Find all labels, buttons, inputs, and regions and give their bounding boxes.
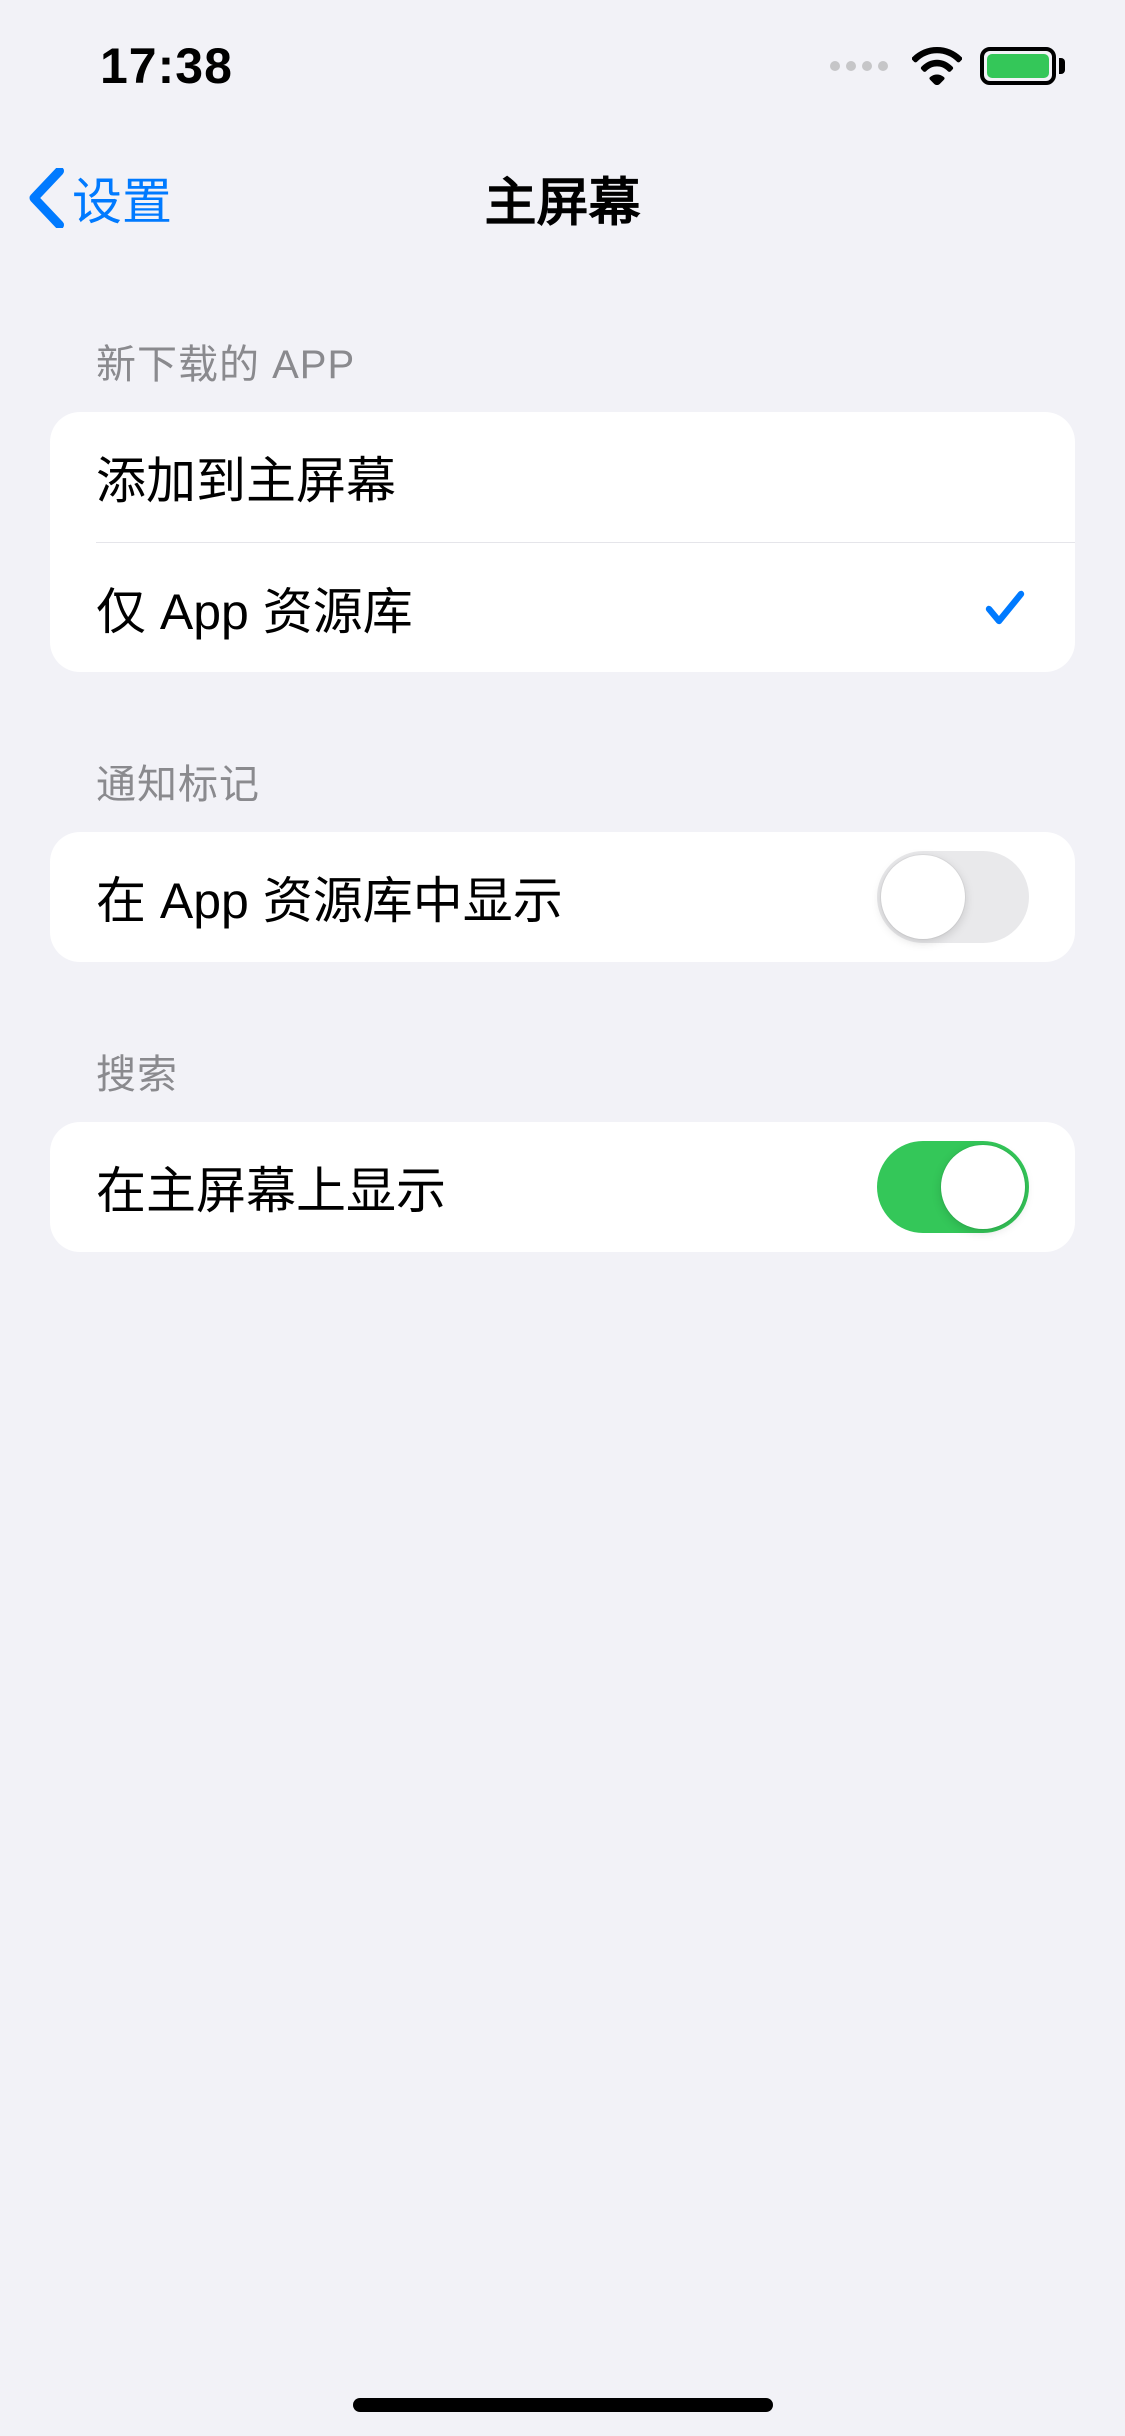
section-header-new-apps: 新下载的 APP xyxy=(50,332,1075,412)
toggle-show-in-app-library[interactable] xyxy=(877,851,1029,943)
status-time: 17:38 xyxy=(100,37,233,95)
section-new-apps: 新下载的 APP 添加到主屏幕 仅 App 资源库 xyxy=(50,332,1075,672)
section-header-search: 搜索 xyxy=(50,1042,1075,1122)
chevron-left-icon xyxy=(28,168,64,228)
nav-bar: 设置 主屏幕 xyxy=(0,132,1125,264)
option-add-to-home[interactable]: 添加到主屏幕 xyxy=(50,412,1075,542)
section-badges: 通知标记 在 App 资源库中显示 xyxy=(50,752,1075,962)
home-indicator[interactable] xyxy=(353,2398,773,2412)
option-label: 添加到主屏幕 xyxy=(96,441,396,513)
section-search: 搜索 在主屏幕上显示 xyxy=(50,1042,1075,1252)
row-label: 在 App 资源库中显示 xyxy=(96,861,563,933)
cellular-dots-icon xyxy=(830,61,888,71)
back-button[interactable]: 设置 xyxy=(0,162,172,234)
row-label: 在主屏幕上显示 xyxy=(96,1151,446,1223)
checkmark-icon xyxy=(981,584,1029,632)
back-label: 设置 xyxy=(72,162,172,234)
option-label: 仅 App 资源库 xyxy=(96,572,413,644)
option-app-library-only[interactable]: 仅 App 资源库 xyxy=(96,542,1075,672)
row-show-on-home: 在主屏幕上显示 xyxy=(50,1122,1075,1252)
wifi-icon xyxy=(912,47,962,85)
toggle-show-on-home[interactable] xyxy=(877,1141,1029,1233)
status-right xyxy=(830,47,1065,85)
battery-icon xyxy=(980,47,1065,85)
row-show-in-app-library: 在 App 资源库中显示 xyxy=(50,832,1075,962)
section-header-badges: 通知标记 xyxy=(50,752,1075,832)
page-title: 主屏幕 xyxy=(484,161,640,236)
status-bar: 17:38 xyxy=(0,0,1125,132)
